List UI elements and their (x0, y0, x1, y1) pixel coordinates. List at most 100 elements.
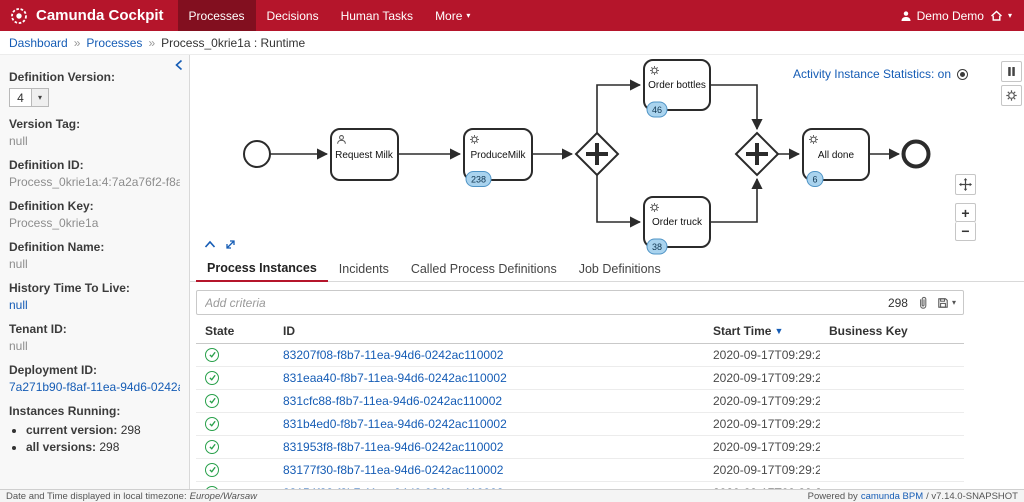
svg-text:Order bottles: Order bottles (648, 80, 706, 91)
all-versions-label: all versions: (26, 440, 97, 454)
end-event[interactable] (901, 139, 931, 169)
svg-text:Order truck: Order truck (652, 217, 703, 228)
instance-id-link[interactable]: 83207f08-f8b7-11ea-94d6-0242ac110002 (283, 348, 503, 362)
instance-id-link[interactable]: 831953f8-f8b7-11ea-94d6-0242ac110002 (283, 440, 503, 454)
brand[interactable]: Camunda Cockpit (0, 0, 178, 31)
breadcrumb: Dashboard » Processes » Process_0krie1a … (0, 31, 1024, 55)
start-event[interactable] (243, 140, 271, 168)
breadcrumb-dashboard[interactable]: Dashboard (9, 36, 68, 50)
filter-bar: 298 ▾ (196, 290, 964, 315)
nav-item-processes[interactable]: Processes (177, 0, 256, 31)
task-order-bottles[interactable]: Order bottles 46 (643, 59, 711, 118)
definition-sidebar: Definition Version: 4 ▾ Version Tag: nul… (0, 55, 190, 489)
camunda-bpm-link[interactable]: camunda BPM (861, 491, 923, 502)
tab-called-process-definitions[interactable]: Called Process Definitions (400, 258, 568, 281)
table-row: 831cfc88-f8b7-11ea-94d6-0242ac110002 202… (196, 390, 964, 413)
nav-item-human-tasks[interactable]: Human Tasks (330, 0, 424, 31)
list-item: current version: 298 (26, 423, 180, 437)
parallel-gateway-join[interactable] (734, 131, 780, 177)
list-item: all versions: 298 (26, 440, 180, 454)
sort-desc-icon: ▼ (774, 326, 784, 336)
home-menu[interactable]: ▾ (990, 9, 1012, 22)
settings-button[interactable] (1001, 85, 1022, 106)
chevron-down-icon: ▾ (951, 297, 956, 307)
zoom-out-button[interactable]: − (955, 222, 976, 241)
suspend-button[interactable] (1001, 61, 1022, 82)
gear-icon (1005, 89, 1018, 102)
navbar-right: Demo Demo ▾ (900, 0, 1024, 31)
bpmn-canvas[interactable]: Request Milk ProduceMilk 238 Order bottl… (190, 55, 1024, 258)
zoom-in-button[interactable]: + (955, 203, 976, 222)
parallel-gateway-split[interactable] (574, 131, 620, 177)
start-time: 2020-09-17T09:29:25 (704, 486, 820, 489)
sidebar-collapse-icon[interactable] (174, 58, 184, 76)
table-header: State ID Start Time ▼ Business Key (196, 320, 964, 344)
save-filter-button[interactable]: ▾ (937, 297, 956, 309)
start-time: 2020-09-17T09:29:25 (713, 417, 820, 431)
version-tag-label: Version Tag: (9, 117, 81, 131)
nav-item-more[interactable]: More ▾ (424, 0, 481, 31)
current-version-count: 298 (120, 423, 141, 437)
breadcrumb-separator: » (73, 35, 81, 50)
definition-key-label: Definition Key: (9, 199, 94, 213)
task-all-done[interactable]: All done 6 (802, 128, 870, 187)
move-icon (959, 178, 972, 191)
powered-by-label: Powered by (807, 490, 858, 502)
version-label: / v7.14.0-SNAPSHOT (926, 490, 1018, 502)
expand-diagonal-icon[interactable] (225, 239, 236, 250)
definition-id-value: Process_0krie1a:4:7a2a76f2-f8af-11... (9, 175, 180, 189)
breadcrumb-separator: » (148, 35, 156, 50)
instance-count-badge: 238 (465, 171, 492, 187)
table-row: 831eaa40-f8b7-11ea-94d6-0242ac110002 202… (196, 367, 964, 390)
definition-version-label: Definition Version: (9, 70, 116, 84)
radio-on-icon[interactable] (957, 68, 968, 80)
state-active-icon (205, 347, 219, 362)
instance-id-link[interactable]: 831b4ed0-f8b7-11ea-94d6-0242ac110002 (283, 417, 507, 431)
save-icon (938, 297, 948, 308)
breadcrumb-processes[interactable]: Processes (86, 36, 142, 50)
tab-process-instances[interactable]: Process Instances (196, 257, 328, 282)
svg-text:Request Milk: Request Milk (335, 150, 394, 161)
add-criteria-input[interactable] (197, 295, 888, 310)
version-select: 4 ▾ (9, 88, 180, 107)
task-order-truck[interactable]: Order truck 38 (643, 196, 711, 255)
copy-link-button[interactable] (917, 296, 929, 310)
tab-incidents[interactable]: Incidents (328, 258, 400, 281)
col-id: ID (283, 324, 295, 338)
version-select-caret[interactable]: ▾ (32, 88, 49, 107)
version-select-value[interactable]: 4 (9, 88, 32, 107)
app-title: Camunda Cockpit (36, 7, 164, 24)
tenant-id-value: null (9, 339, 28, 353)
instance-id-link[interactable]: 83154f88-f8b7-11ea-94d6-0242ac110002 (283, 486, 503, 489)
task-request-milk[interactable]: Request Milk (330, 128, 399, 181)
task-produce-milk[interactable]: ProduceMilk 238 (463, 128, 533, 187)
activity-instance-statistics-toggle[interactable]: Activity Instance Statistics: on (793, 67, 968, 81)
start-time: 2020-09-17T09:29:25 (713, 440, 820, 454)
history-ttl-value[interactable]: null (9, 298, 180, 312)
state-active-icon (205, 370, 219, 385)
definition-name-value: null (9, 257, 28, 271)
tab-job-definitions[interactable]: Job Definitions (568, 258, 672, 281)
instance-id-link[interactable]: 831eaa40-f8b7-11ea-94d6-0242ac110002 (283, 371, 507, 385)
instance-id-link[interactable]: 831cfc88-f8b7-11ea-94d6-0242ac110002 (283, 394, 502, 408)
user-name: Demo Demo (916, 8, 984, 23)
nav-item-decisions[interactable]: Decisions (256, 0, 330, 31)
svg-text:38: 38 (652, 242, 662, 252)
svg-text:ProduceMilk: ProduceMilk (470, 150, 526, 161)
svg-text:6: 6 (812, 175, 817, 185)
col-business-key: Business Key (829, 324, 908, 338)
col-start-time[interactable]: Start Time ▼ (713, 324, 783, 338)
chevron-down-icon: ▾ (466, 10, 471, 20)
instance-id-link[interactable]: 83177f30-f8b7-11ea-94d6-0242ac110002 (283, 463, 503, 477)
collapse-up-icon[interactable] (204, 240, 216, 249)
deployment-id-label: Deployment ID: (9, 363, 98, 377)
bpmn-diagram: Request Milk ProduceMilk 238 Order bottl… (190, 55, 1024, 258)
table-row: 831b4ed0-f8b7-11ea-94d6-0242ac110002 202… (196, 413, 964, 436)
user-menu[interactable]: Demo Demo (900, 9, 984, 23)
state-active-icon (205, 393, 219, 408)
deployment-id-value[interactable]: 7a271b90-f8af-11ea-94d6-0242ac1... (9, 380, 180, 394)
instance-count: 298 (887, 295, 908, 310)
pan-button[interactable] (955, 174, 976, 195)
tenant-id-label: Tenant ID: (9, 322, 67, 336)
table-row: 83154f88-f8b7-11ea-94d6-0242ac110002 202… (196, 482, 964, 489)
